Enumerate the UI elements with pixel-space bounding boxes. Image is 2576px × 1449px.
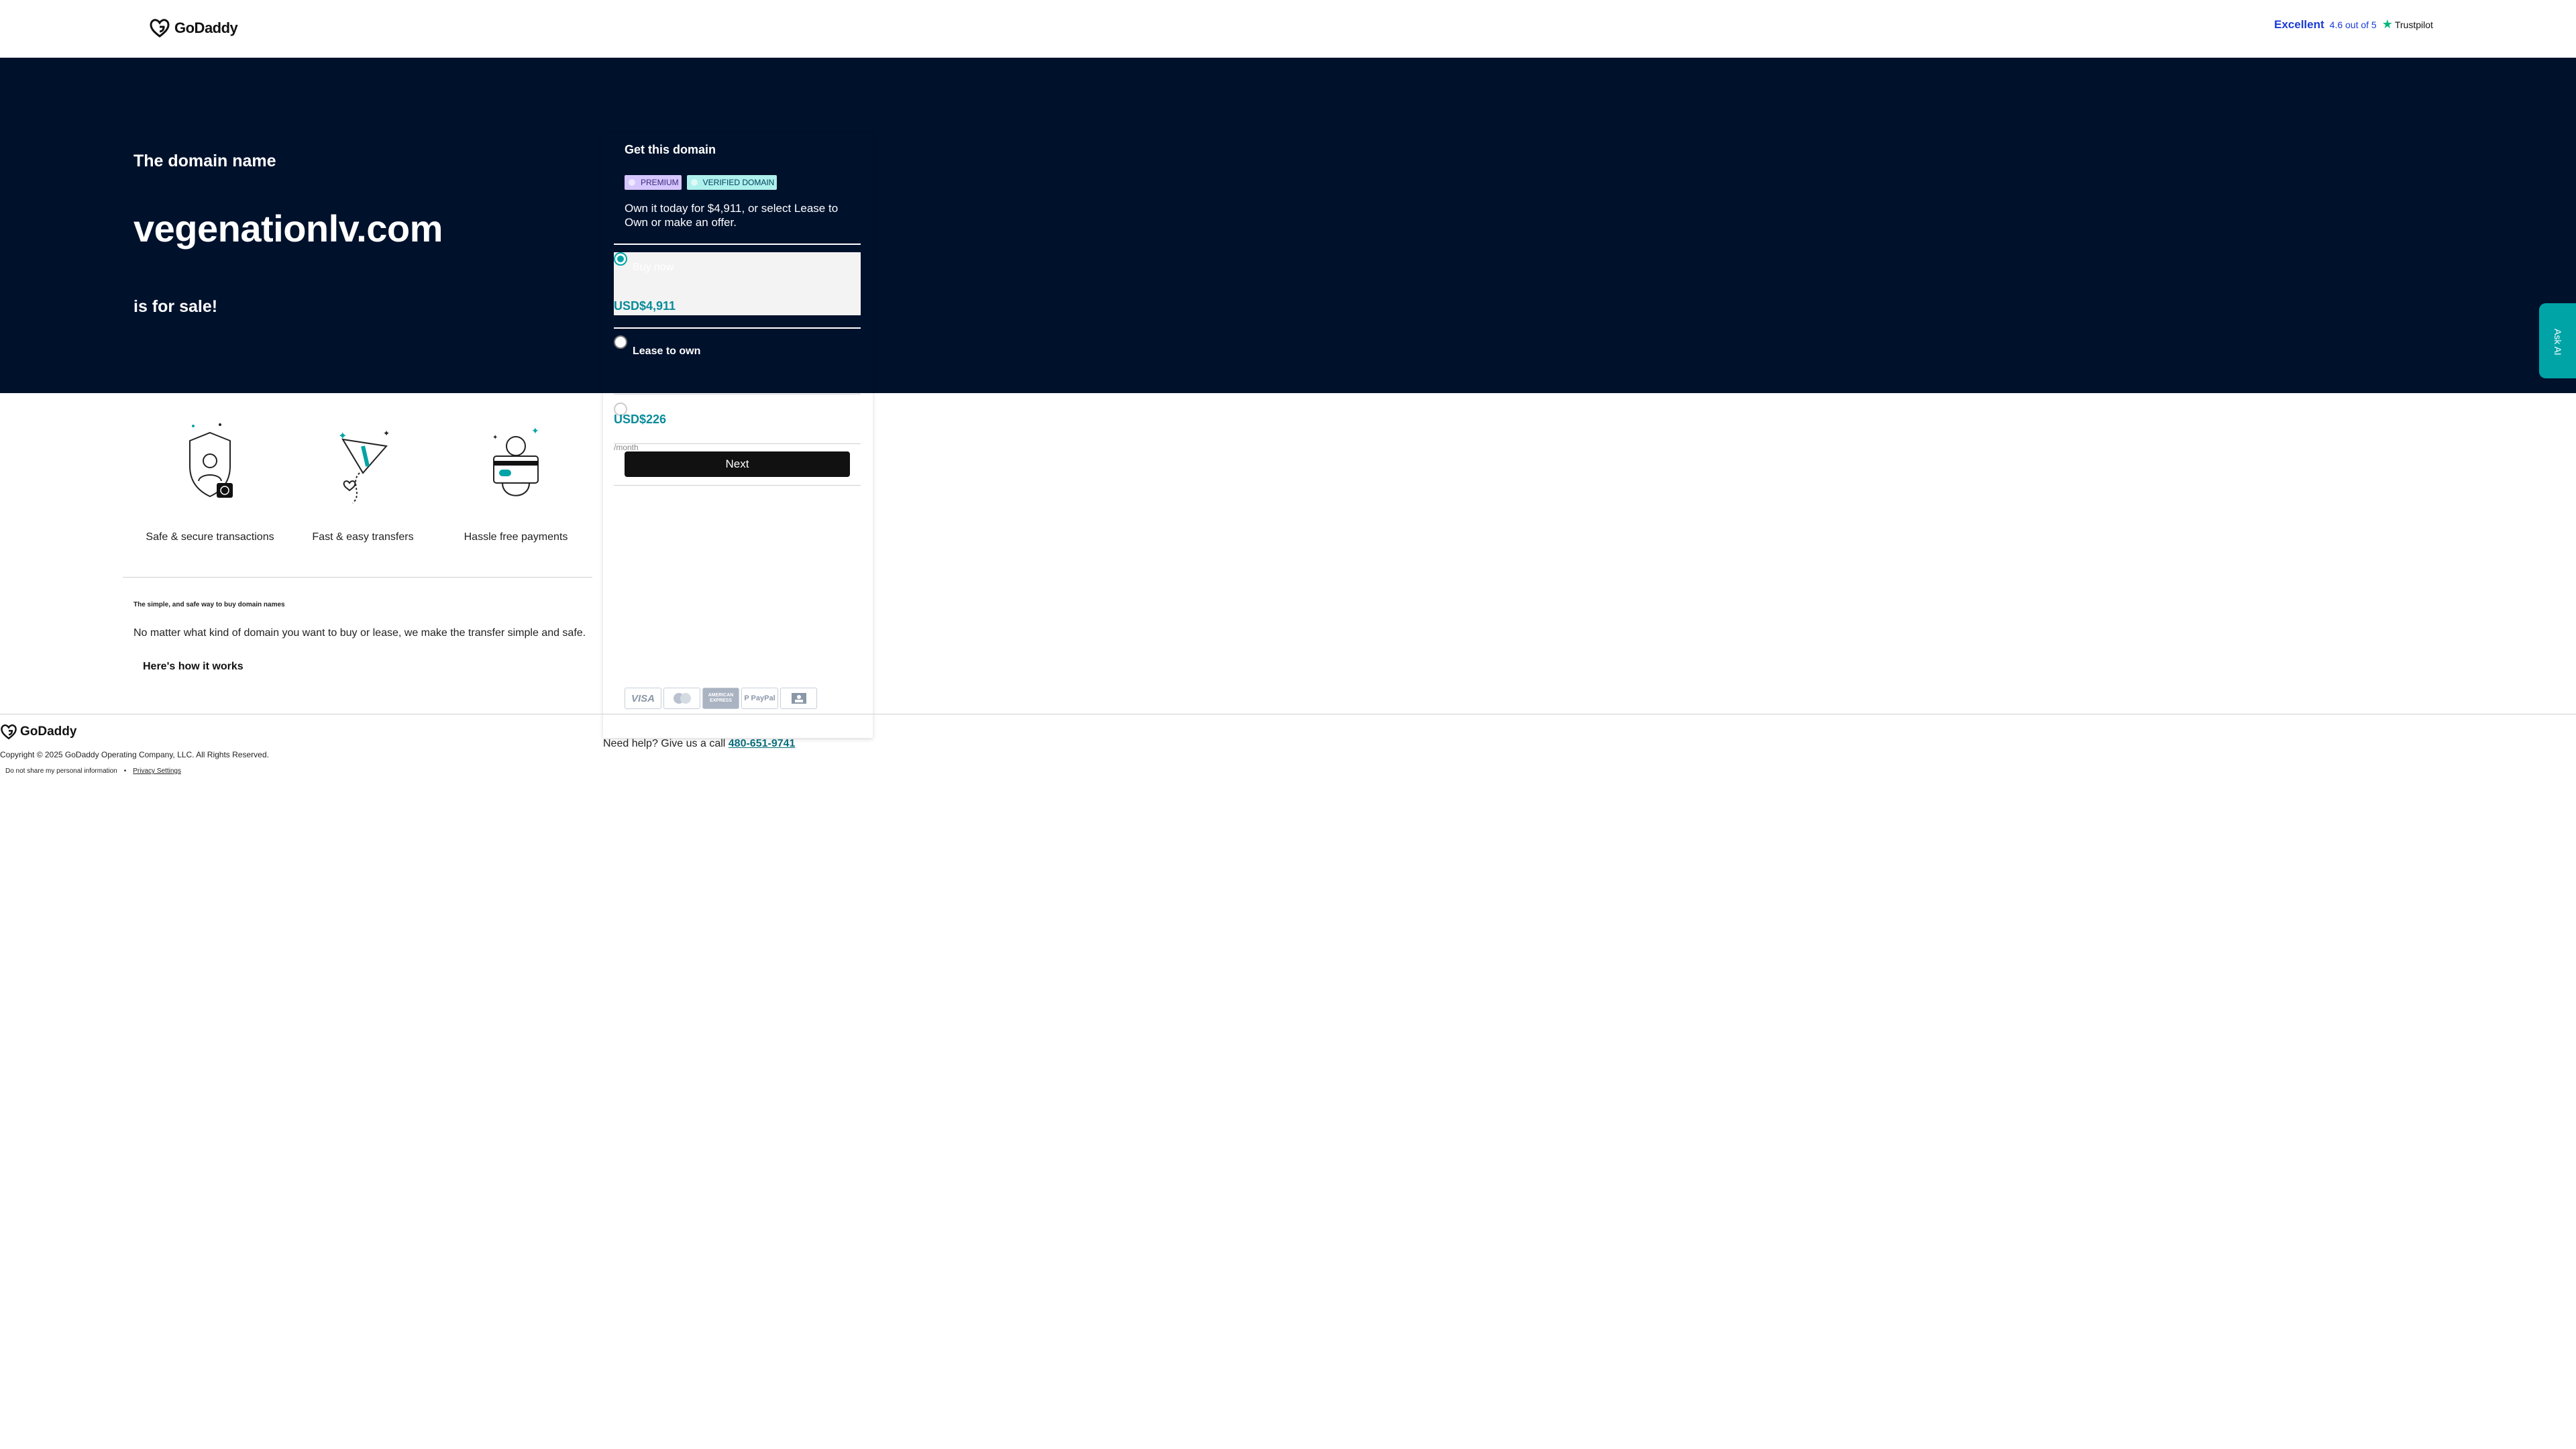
next-button[interactable]: Next <box>625 451 850 477</box>
help-line: Need help? Give us a call 480-651-9741 <box>603 738 795 750</box>
mastercard-icon <box>663 688 700 709</box>
trustpilot-label: Trustpilot <box>2394 19 2433 30</box>
copyright-text: Copyright © 2025 GoDaddy Operating Compa… <box>0 750 269 759</box>
feature-item: ✦ ✦ Fast & easy transfers <box>286 419 439 543</box>
lease-to-own-radio[interactable] <box>614 335 627 349</box>
card-title: Get this domain <box>625 143 716 156</box>
how-section-body: No matter what kind of domain you want t… <box>133 627 586 639</box>
privacy-settings-link[interactable]: Privacy Settings <box>133 767 181 775</box>
feature-item: Safe & secure transactions <box>133 419 286 543</box>
divider <box>614 244 861 245</box>
payment-card-icon: ✦✦ <box>492 425 539 496</box>
svg-text:✦: ✦ <box>492 434 498 441</box>
divider <box>614 485 861 486</box>
hero-post-text: is for sale! <box>133 297 218 316</box>
verified-badge: VERIFIED DOMAIN <box>686 175 777 190</box>
phone-link[interactable]: 480-651-9741 <box>729 738 796 749</box>
footer-brand: GoDaddy <box>20 724 77 739</box>
paper-plane-icon: ✦ ✦ <box>338 429 390 504</box>
svg-text:✦: ✦ <box>531 425 539 436</box>
divider <box>614 327 861 329</box>
brand-name: GoDaddy <box>174 19 238 36</box>
lease-to-own-label: Lease to own <box>633 345 701 357</box>
feature-item: ✦ ✦ Hassle free payments <box>439 419 592 543</box>
do-not-share-link[interactable]: Do not share my personal information <box>5 767 117 775</box>
rating-score: 4.6 out of 5 <box>2329 19 2377 30</box>
lease-unit: /month <box>614 443 639 452</box>
footer-logo[interactable]: GoDaddy <box>0 723 76 741</box>
buy-now-option[interactable]: Buy now USD$4,911 <box>614 252 861 315</box>
help-text: Need help? Give us a call <box>603 738 726 749</box>
payment-methods: VISA AMERICAN EXPRESS P PayPal <box>625 688 817 709</box>
godaddy-logo-icon <box>150 19 170 38</box>
buy-now-label: Buy now <box>633 262 674 273</box>
amex-icon: AMERICAN EXPRESS <box>702 688 739 709</box>
ask-ai-label: Ask AI <box>2553 329 2563 356</box>
trustpilot-rating[interactable]: Excellent 4.6 out of 5 ★ Trustpilot <box>2274 17 2433 32</box>
shield-icon <box>189 423 233 498</box>
feature-list: Safe & secure transactions ✦ ✦ Fast & eas… <box>133 419 592 543</box>
buy-now-price: USD$4,911 <box>614 299 676 313</box>
domain-name: vegenationlv.com <box>133 207 443 250</box>
divider <box>614 443 861 444</box>
hero-banner: The domain name vegenationlv.com is for … <box>0 58 2576 393</box>
hero-pre-text: The domain name <box>133 152 276 170</box>
offer-description: Own it today for $4,911, or select Lease… <box>625 202 839 229</box>
svg-text:✦: ✦ <box>338 431 347 442</box>
visa-icon: VISA <box>625 688 661 709</box>
bullet-separator: • <box>123 767 127 775</box>
paypal-icon: P PayPal <box>741 688 778 709</box>
lease-price: USD$226 <box>614 413 667 426</box>
bank-icon <box>780 688 817 709</box>
godaddy-logo[interactable]: GoDaddy <box>149 17 238 39</box>
ask-ai-button[interactable]: Ask AI <box>2539 303 2576 378</box>
premium-badge: PREMIUM <box>625 175 682 190</box>
top-header: GoDaddy Excellent 4.6 out of 5 ★ Trustpi… <box>0 0 2576 58</box>
star-icon: ★ <box>2381 17 2393 31</box>
badge-row: PREMIUM VERIFIED DOMAIN <box>625 175 777 190</box>
feature-label: Fast & easy transfers <box>312 531 414 543</box>
feature-label: Hassle free payments <box>464 531 568 543</box>
godaddy-logo-icon <box>1 724 17 740</box>
rating-word: Excellent <box>2274 17 2324 31</box>
how-section-title: The simple, and safe way to buy domain n… <box>133 601 285 608</box>
purchase-card: Get this domain PREMIUM VERIFIED DOMAIN … <box>603 134 873 738</box>
buy-now-radio[interactable] <box>614 252 627 266</box>
svg-text:✦: ✦ <box>383 429 390 438</box>
section-divider <box>123 577 592 578</box>
legal-links: Do not share my personal information • P… <box>5 767 181 775</box>
how-it-works-link[interactable]: Here's how it works <box>143 661 244 673</box>
feature-label: Safe & secure transactions <box>146 531 274 543</box>
trustpilot-brand: ★ Trustpilot <box>2382 17 2433 32</box>
